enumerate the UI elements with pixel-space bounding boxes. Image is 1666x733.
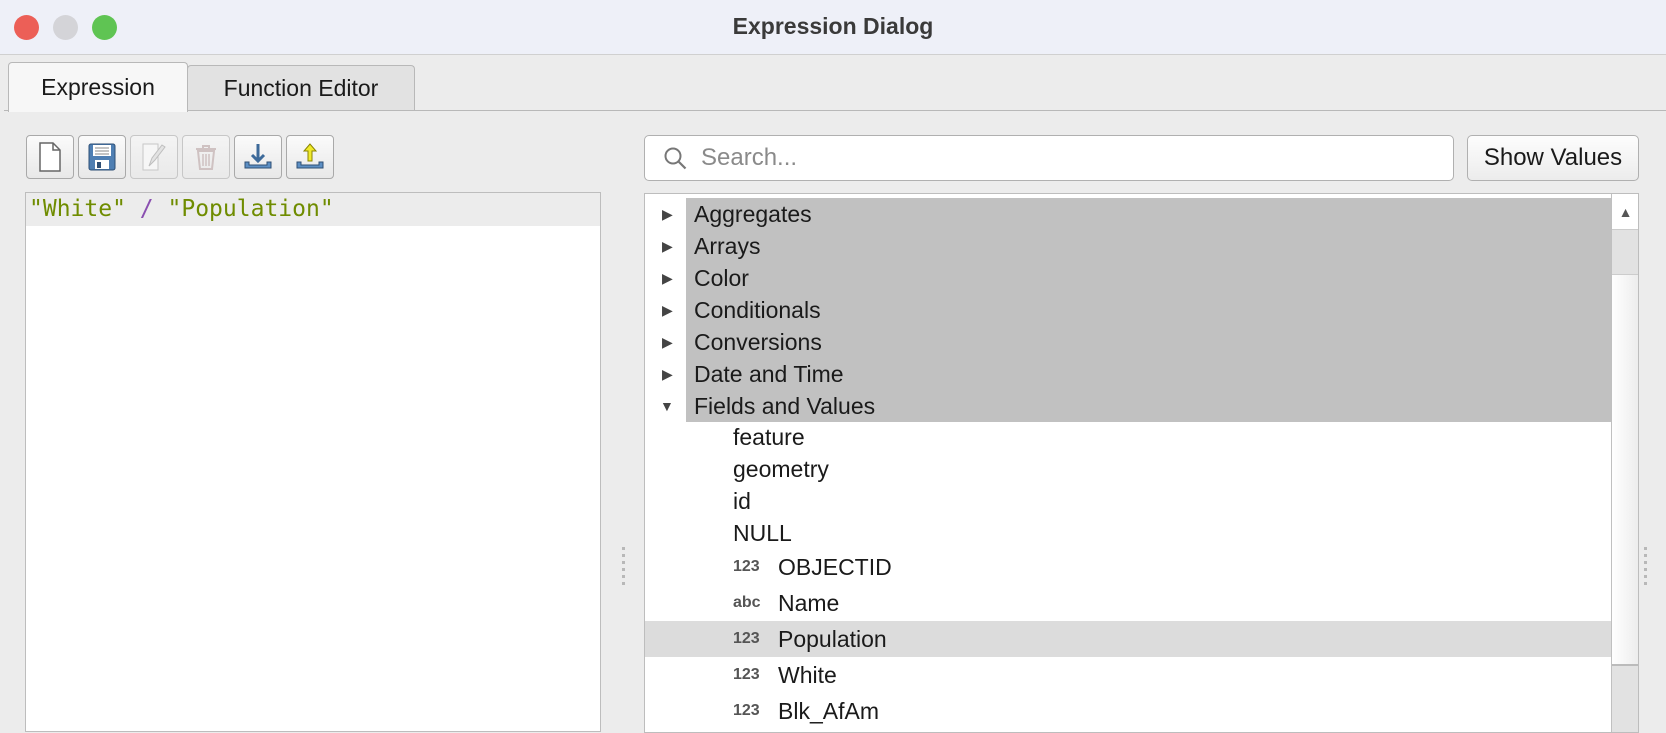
expand-arrow-icon[interactable]: ▶ [662,326,673,358]
title-bar: Expression Dialog [0,0,1666,55]
integer-type-icon: 123 [733,558,760,575]
tree-item-white[interactable]: 123 White [645,657,1612,693]
vertical-scrollbar[interactable]: ▲ [1611,194,1638,732]
category-label: Fields and Values [694,393,876,419]
tree-category-fields-values[interactable]: ▼ Fields and Values [660,390,1612,422]
tree-item-name[interactable]: abc Name [645,585,1612,621]
expand-arrow-icon[interactable]: ▶ [662,230,673,262]
field-label: Name [778,590,840,616]
collapse-arrow-icon[interactable]: ▼ [660,390,674,422]
expand-arrow-icon[interactable]: ▶ [662,198,673,230]
import-button[interactable] [234,135,282,179]
splitter-handle[interactable] [622,547,626,585]
integer-type-icon: 123 [733,666,760,683]
field-label: OBJECTID [778,554,892,580]
category-label: Date and Time [694,361,844,387]
tab-function-editor[interactable]: Function Editor [187,65,415,111]
window-title: Expression Dialog [732,13,934,39]
show-values-button[interactable]: Show Values [1467,135,1639,181]
edit-button[interactable] [130,135,178,179]
trash-icon [196,145,216,170]
search-input[interactable]: Search... [644,135,1454,181]
tree-item-id[interactable]: id [645,485,1612,517]
function-tree[interactable]: ▶ Aggregates ▶ Arrays ▶ Color ▶ Conditionals… [644,193,1639,733]
category-label: Arrays [694,233,761,259]
tree-item-feature[interactable]: feature [645,422,1612,453]
tree-item-objectid[interactable]: 123 OBJECTID [645,549,1612,585]
new-button[interactable] [26,135,74,179]
field-label: geometry [733,456,829,482]
category-label: Color [694,265,749,291]
tree-item-null[interactable]: NULL [645,517,1612,549]
category-label: Aggregates [694,201,812,227]
editor-line: "White" / "Population" [26,193,600,226]
save-button[interactable] [78,135,126,179]
tree-category-date-time[interactable]: ▶ Date and Time [662,358,1612,390]
expression-editor[interactable]: "White" / "Population" [25,192,601,732]
field-label: White [778,662,837,688]
field-label: Blk_AfAm [778,698,879,724]
field-label: id [733,488,751,514]
field-label: feature [733,424,805,450]
scrollbar-thumb[interactable] [1612,274,1638,666]
save-icon [88,143,116,171]
export-button[interactable] [286,135,334,179]
tree-category-conversions[interactable]: ▶ Conversions [662,326,1612,358]
integer-type-icon: 123 [733,702,760,719]
search-icon [664,147,687,170]
tree-category-color[interactable]: ▶ Color [662,262,1612,294]
import-icon [244,144,272,169]
string-type-icon: abc [733,594,761,611]
tree-category-conditionals[interactable]: ▶ Conditionals [662,294,1612,326]
field-label: NULL [733,520,792,546]
expand-arrow-icon[interactable]: ▶ [662,358,673,390]
integer-type-icon: 123 [733,630,760,647]
search-placeholder: Search... [701,144,798,171]
category-label: Conversions [694,329,822,355]
expand-arrow-icon[interactable]: ▶ [662,262,673,294]
tree-item-geometry[interactable]: geometry [645,453,1612,485]
delete-button[interactable] [182,135,230,179]
expand-arrow-icon[interactable]: ▶ [662,294,673,326]
tree-category-aggregates[interactable]: ▶ Aggregates [662,198,1612,230]
tab-expression[interactable]: Expression [8,62,188,112]
field-label: Population [778,626,887,652]
tree-item-blk-afam[interactable]: 123 Blk_AfAm [645,693,1612,729]
tree-category-arrays[interactable]: ▶ Arrays [662,230,1612,262]
string-token: "White" [29,196,126,222]
edit-icon [142,143,166,171]
category-label: Conditionals [694,297,821,323]
string-token: "Population" [167,196,334,222]
export-icon [296,143,324,169]
splitter-handle-right[interactable] [1644,547,1648,585]
new-file-icon [39,142,61,172]
scroll-up-arrow-icon[interactable]: ▲ [1612,194,1638,230]
operator-token: / [139,196,154,222]
tree-item-population[interactable]: 123 Population [645,621,1612,657]
